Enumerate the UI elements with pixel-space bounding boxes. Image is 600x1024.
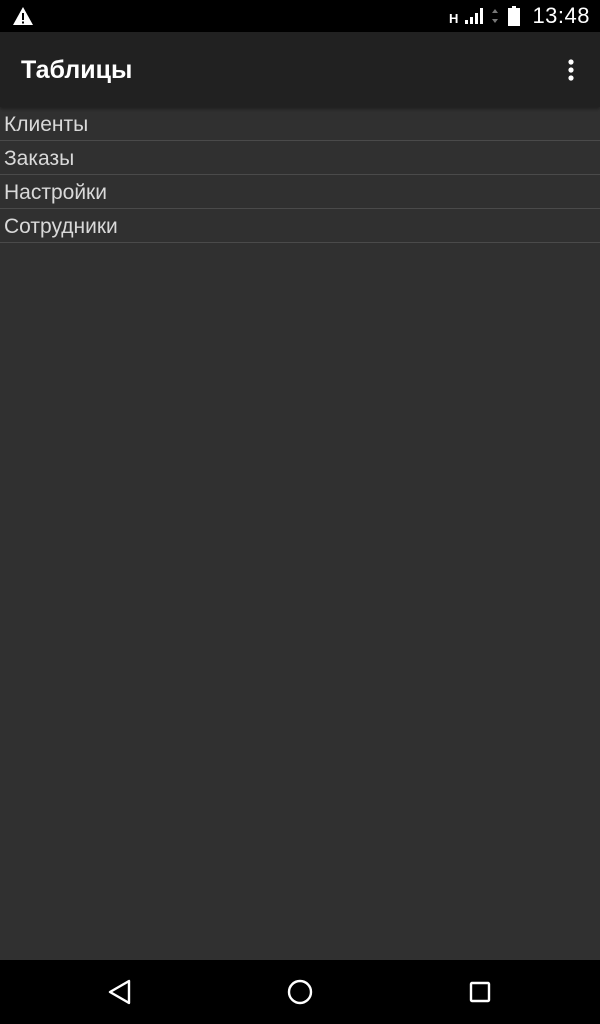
app-bar: Таблицы [0, 32, 600, 107]
status-bar: H 13:48 [0, 0, 600, 32]
recents-button[interactable] [464, 976, 496, 1008]
status-icons: H 13:48 [449, 0, 590, 32]
network-type-label: H [449, 10, 459, 26]
home-icon [287, 979, 313, 1005]
home-button[interactable] [284, 976, 316, 1008]
page-title: Таблицы [21, 56, 133, 84]
alert-icon [13, 7, 33, 25]
battery-icon [508, 6, 521, 26]
navigation-bar [0, 960, 600, 1024]
overflow-menu-button[interactable] [556, 54, 586, 86]
data-activity-icon [492, 9, 499, 23]
back-button[interactable] [104, 976, 136, 1008]
list-item-employees[interactable]: Сотрудники [0, 209, 600, 243]
recents-icon [469, 981, 491, 1003]
signal-icon [465, 8, 484, 24]
list-item-clients[interactable]: Клиенты [0, 107, 600, 141]
list-item-settings[interactable]: Настройки [0, 175, 600, 209]
more-vert-icon [568, 59, 574, 81]
back-icon [108, 979, 131, 1005]
list-item-orders[interactable]: Заказы [0, 141, 600, 175]
clock: 13:48 [532, 3, 590, 28]
screen: H 13:48 Таблицы Клиенты Заказы Настройки… [0, 0, 600, 1024]
tables-list: Клиенты Заказы Настройки Сотрудники [0, 107, 600, 243]
